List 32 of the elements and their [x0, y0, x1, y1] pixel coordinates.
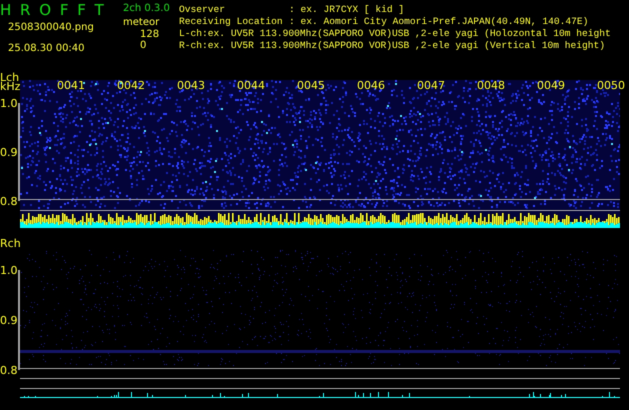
version-label: 2ch 0.3.0 [123, 2, 171, 16]
time-label: 0042 [117, 80, 146, 92]
app-title: H R O F F T [0, 2, 107, 18]
axis-tick-label: 0.8 [0, 365, 18, 376]
time-label: 0046 [357, 80, 386, 92]
axis-tick-label: 0.9 [0, 147, 18, 158]
channel-info: R-ch:ex. UV5R 113.900Mhz(SAPPORO VOR)USB ,2-ele yagi (Vertical 10m height) [179, 40, 606, 52]
channel-label: Rch [0, 238, 21, 249]
axis-tick-label: 0.9 [0, 315, 18, 326]
axis-tick-label: 1.0 [0, 265, 18, 276]
lch-count: 128 [140, 29, 160, 40]
axis-tick-label: 1.0 [0, 98, 18, 109]
meteor-label: meteor [123, 17, 160, 28]
info-label: Ovserver [179, 4, 226, 16]
file-name: 2508300040.png [8, 21, 95, 35]
time-label: 0043 [177, 80, 206, 92]
rch-count: 0 [140, 40, 148, 51]
info-label: Receiving Location [179, 16, 284, 28]
channel-info: L-ch:ex. UV5R 113.900Mhz(SAPPORO VOR)USB ,2-ele yagi (Holozontal 10m height [179, 28, 611, 40]
time-label: 0041 [57, 80, 86, 92]
time-label: 0047 [417, 80, 446, 92]
time-label: 0050 [597, 80, 626, 92]
timestamp: 25.08.30 00:40 [8, 42, 86, 56]
info-value: : ex. JR7CYX [ kid ] [289, 4, 404, 16]
time-label: 0044 [237, 80, 266, 92]
channel-label: Lch [0, 72, 20, 83]
info-value: : ex. Aomori City Aomori-Pref.JAPAN(40.49N, 140.47E) [289, 16, 588, 28]
time-label: 0048 [477, 80, 506, 92]
time-label: 0049 [537, 80, 566, 92]
unit-label: kHz [0, 81, 20, 92]
time-label: 0045 [297, 80, 326, 92]
axis-tick-label: 0.8 [0, 196, 18, 207]
